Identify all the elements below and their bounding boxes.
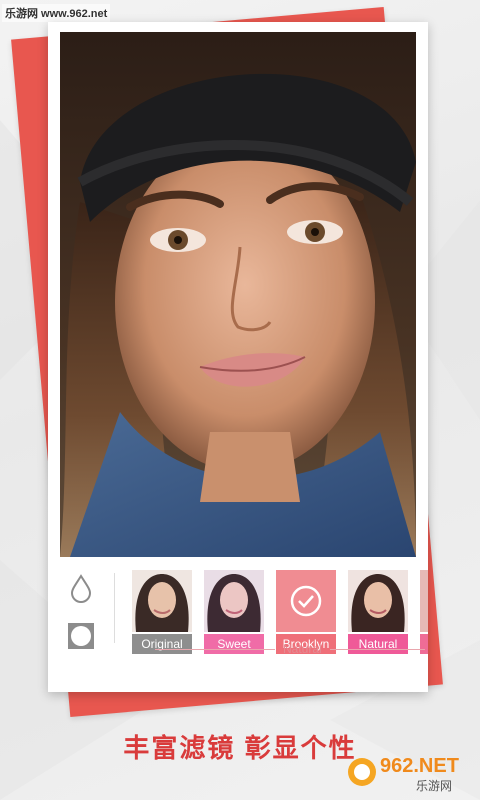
brand-logo: 962.NET 乐游网 bbox=[348, 755, 459, 793]
filter-thumb-original bbox=[132, 570, 192, 632]
filter-thumb-brooklyn bbox=[276, 570, 336, 632]
toolbar-divider bbox=[114, 573, 115, 643]
filter-toolbar: Original Sweet Brooklyn Natural bbox=[48, 567, 428, 657]
natural-line-left bbox=[155, 649, 275, 650]
portrait-illustration bbox=[60, 32, 416, 557]
editor-card: Original Sweet Brooklyn Natural bbox=[48, 22, 428, 692]
filter-label-sweet: Sweet bbox=[204, 634, 264, 654]
filter-sweet[interactable]: Sweet bbox=[204, 570, 264, 654]
filter-label-natural: Natural bbox=[348, 634, 408, 654]
filter-original[interactable]: Original bbox=[132, 570, 192, 654]
logo-text: 962.NET bbox=[380, 755, 459, 777]
droplet-icon[interactable] bbox=[66, 573, 96, 603]
filter-thumb-sweet bbox=[204, 570, 264, 632]
filter-label-original: Original bbox=[132, 634, 192, 654]
filter-natural[interactable]: Natural bbox=[348, 570, 408, 654]
circle-square-icon[interactable] bbox=[66, 621, 96, 651]
portrait-photo[interactable] bbox=[60, 32, 416, 557]
filter-partial-next[interactable] bbox=[420, 570, 428, 654]
site-watermark: 乐游网 www.962.net bbox=[2, 4, 111, 22]
filter-thumb-natural bbox=[348, 570, 408, 632]
natural-line-right bbox=[330, 649, 425, 650]
filter-section-label: Natural bbox=[283, 642, 322, 656]
logo-subtext: 乐游网 bbox=[416, 779, 452, 793]
